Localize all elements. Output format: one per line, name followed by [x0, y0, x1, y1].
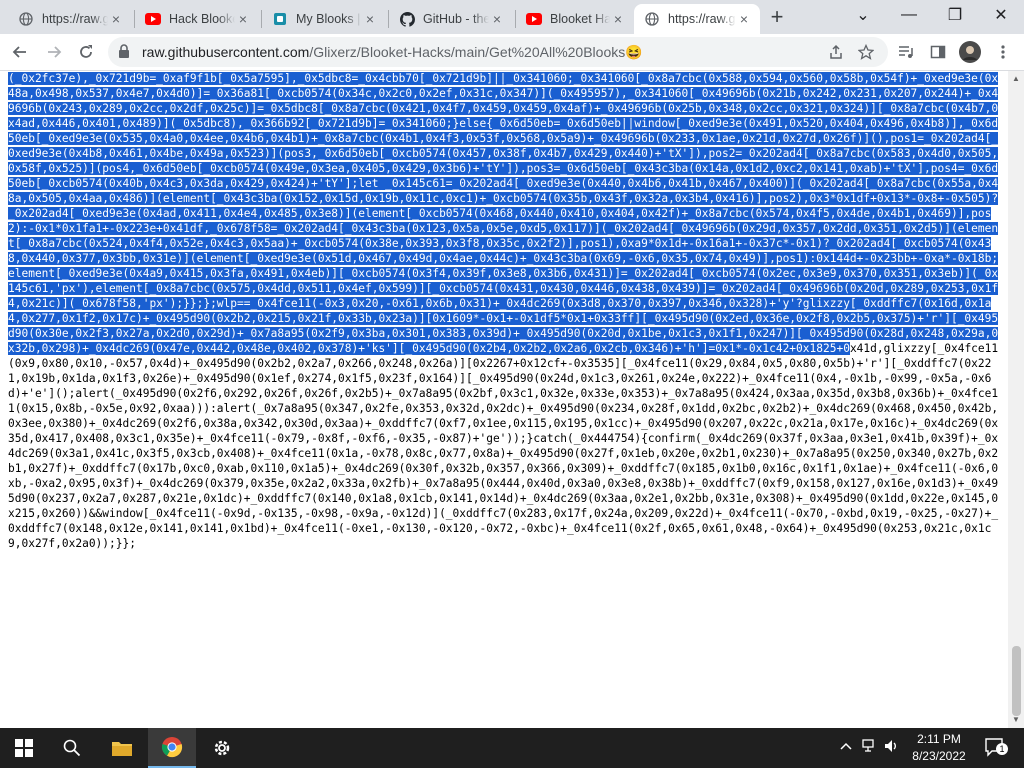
more-options-icon[interactable] — [993, 42, 1013, 62]
notification-center-button[interactable]: 1 — [984, 737, 1008, 757]
browser-toolbar: raw.githubusercontent.com/Glixerz/Blooke… — [0, 34, 1024, 71]
tab-title: https://raw.githubusercontent.com — [42, 12, 108, 26]
chrome-icon — [161, 737, 183, 758]
youtube-icon — [145, 11, 161, 27]
bookmark-star-icon[interactable] — [856, 42, 876, 62]
tab-strip: https://raw.githubusercontent.com × Hack… — [0, 0, 1024, 34]
close-tab-icon[interactable]: × — [489, 11, 505, 27]
windows-logo-icon — [15, 739, 33, 757]
tab-title: GitHub - the — [423, 12, 489, 26]
unselected-code[interactable]: x41d,glixzzy[_0x4fce11(0x9,0x80,0x10,-0x… — [8, 342, 998, 550]
globe-icon — [18, 11, 34, 27]
vertical-scrollbar[interactable]: ▲ ▼ — [1008, 71, 1024, 728]
scrollbar-thumb[interactable] — [1012, 646, 1021, 716]
media-queue-icon[interactable] — [896, 42, 916, 62]
close-tab-icon[interactable]: × — [362, 11, 378, 27]
scroll-up-icon[interactable]: ▲ — [1011, 74, 1021, 84]
gear-icon — [214, 740, 230, 756]
url-path: /Glixerz/Blooket-Hacks/main/Get%20All%20… — [309, 44, 626, 60]
selected-code[interactable]: (_0x2fc37e),_0x721d9b=_0xaf9f1b[_0x5a759… — [8, 72, 999, 355]
forward-button[interactable] — [40, 38, 68, 66]
tab-title: https://raw.githubusercontent.com — [668, 12, 736, 26]
clock-date: 8/23/2022 — [912, 749, 966, 763]
windows-taskbar: 2:11 PM 8/23/2022 1 — [0, 728, 1024, 768]
close-tab-icon[interactable]: × — [736, 11, 752, 27]
blooket-icon — [272, 11, 288, 27]
system-clock[interactable]: 2:11 PM 8/23/2022 — [906, 731, 972, 765]
volume-icon[interactable] — [884, 739, 900, 756]
file-explorer-button[interactable] — [98, 728, 146, 768]
close-tab-icon[interactable]: × — [235, 11, 251, 27]
network-icon[interactable] — [862, 739, 878, 756]
chevron-up-icon[interactable] — [840, 739, 852, 754]
url-emoji: 😆 — [625, 44, 643, 60]
notification-count: 1 — [996, 743, 1008, 755]
tab-raw-github-1[interactable]: https://raw.githubusercontent.com × — [8, 4, 132, 34]
close-window-button[interactable]: ✕ — [978, 0, 1024, 30]
github-icon — [399, 11, 415, 27]
search-icon — [63, 739, 81, 757]
page-content[interactable]: (_0x2fc37e),_0x721d9b=_0xaf9f1b[_0x5a759… — [0, 71, 1008, 728]
settings-taskbar-button[interactable] — [198, 728, 246, 768]
new-tab-button[interactable]: + — [765, 4, 789, 29]
forward-arrow-icon — [48, 46, 62, 58]
profile-avatar[interactable] — [959, 41, 981, 63]
youtube-icon — [526, 11, 542, 27]
tab-title: Blooket Hacks — [550, 12, 610, 26]
scroll-down-icon[interactable]: ▼ — [1011, 715, 1021, 725]
maximize-button[interactable]: ❐ — [932, 0, 978, 30]
folder-icon — [112, 742, 132, 756]
chrome-taskbar-button[interactable] — [148, 728, 196, 768]
back-arrow-icon — [12, 46, 26, 58]
tab-raw-github-active[interactable]: https://raw.githubusercontent.com × — [634, 4, 760, 34]
start-button[interactable] — [0, 728, 48, 768]
tab-hack-blooket[interactable]: Hack Blooket × — [135, 4, 259, 34]
close-tab-icon[interactable]: × — [108, 11, 124, 27]
url-domain: raw.githubusercontent.com — [142, 44, 310, 60]
url-text[interactable]: raw.githubusercontent.com/Glixerz/Blooke… — [142, 44, 643, 61]
close-tab-icon[interactable]: × — [610, 11, 626, 27]
tab-title: Hack Blooket — [169, 12, 235, 26]
tab-github[interactable]: GitHub - the × — [389, 4, 513, 34]
share-icon[interactable] — [826, 42, 846, 62]
side-panel-icon[interactable] — [928, 42, 948, 62]
search-button[interactable] — [48, 728, 96, 768]
tab-blooket-hacks[interactable]: Blooket Hacks × — [516, 4, 634, 34]
lock-icon[interactable] — [118, 44, 130, 64]
tab-search-button[interactable]: ⌄ — [840, 0, 886, 30]
back-button[interactable] — [6, 38, 34, 66]
globe-icon — [644, 11, 660, 27]
address-bar[interactable]: raw.githubusercontent.com/Glixerz/Blooke… — [108, 37, 888, 67]
reload-icon — [80, 45, 92, 58]
reload-button[interactable] — [72, 38, 100, 66]
clock-time: 2:11 PM — [917, 732, 961, 746]
raw-code[interactable]: (_0x2fc37e),_0x721d9b=_0xaf9f1b[_0x5a759… — [0, 71, 1000, 551]
tab-my-blooks[interactable]: My Blooks | Blooket × — [262, 4, 386, 34]
tab-title: My Blooks | Blooket — [296, 12, 362, 26]
minimize-button[interactable]: — — [886, 0, 932, 30]
